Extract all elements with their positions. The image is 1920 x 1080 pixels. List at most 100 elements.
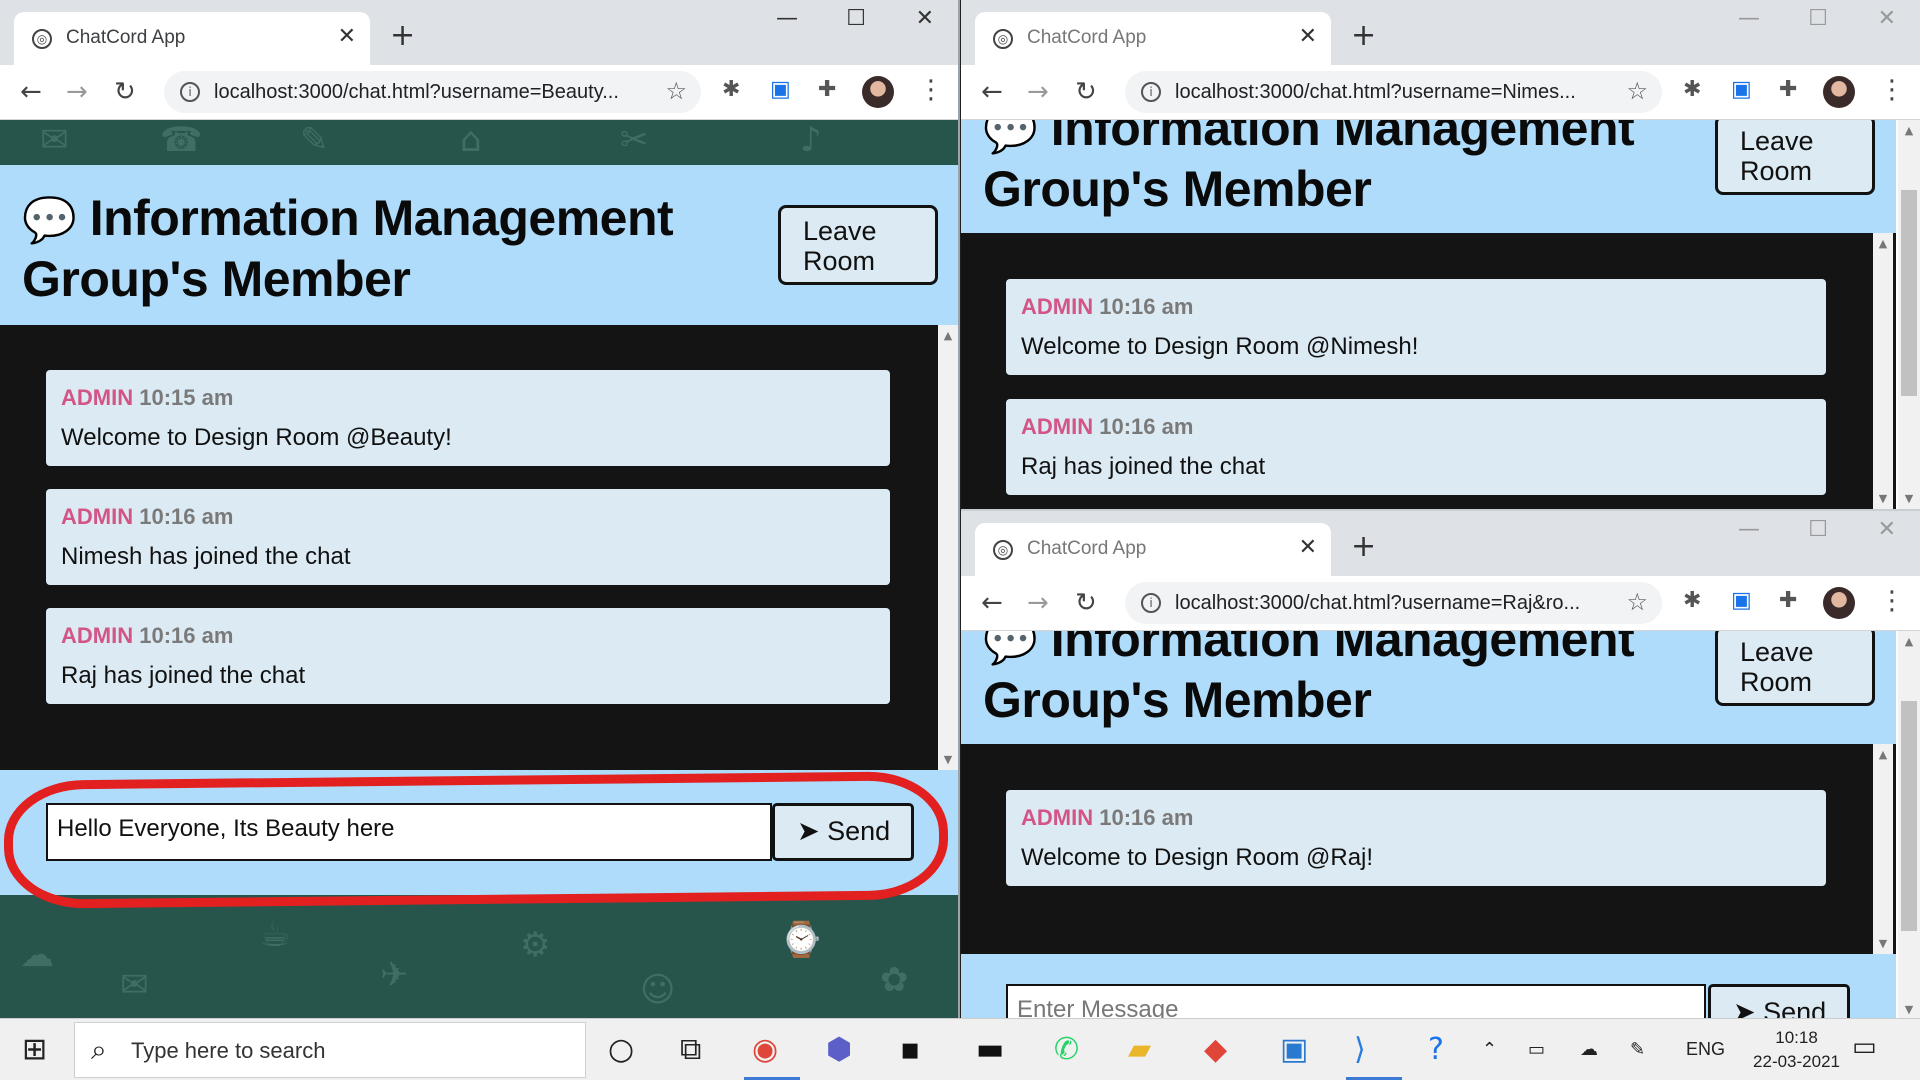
- scroll-thumb[interactable]: [1901, 701, 1917, 931]
- send-button[interactable]: ➤ Send: [1708, 984, 1850, 1018]
- message-meta: ADMIN 10:16 am: [61, 504, 234, 529]
- extensions-puzzle-icon[interactable]: ✚: [1779, 588, 1797, 613]
- pen-icon[interactable]: ✎: [1630, 1039, 1645, 1060]
- terminal-icon[interactable]: ▪: [900, 1032, 920, 1067]
- info-icon[interactable]: i: [1141, 82, 1161, 102]
- onedrive-icon[interactable]: ☁: [1580, 1039, 1598, 1060]
- message: ADMIN 10:16 am Raj has joined the chat: [46, 608, 890, 704]
- vscode-icon[interactable]: ⟩: [1354, 1032, 1366, 1067]
- chrome-icon[interactable]: ◉: [752, 1032, 778, 1067]
- address-bar[interactable]: i localhost:3000/chat.html?username=Raj&…: [1125, 582, 1662, 624]
- back-button[interactable]: ←: [981, 588, 1003, 618]
- leave-room-button[interactable]: Leave Room: [1715, 120, 1875, 195]
- minimize-button[interactable]: —: [1738, 6, 1760, 31]
- minimize-button[interactable]: —: [1738, 517, 1760, 542]
- new-tab-button[interactable]: +: [390, 18, 415, 53]
- menu-kebab-icon[interactable]: ⋮: [1879, 586, 1905, 616]
- file-explorer-icon[interactable]: ▰: [1128, 1032, 1151, 1067]
- scroll-down-arrow[interactable]: ▼: [1873, 937, 1893, 950]
- profile-avatar[interactable]: [862, 76, 894, 108]
- leave-room-button[interactable]: Leave Room: [778, 205, 938, 285]
- chat-scrollbar[interactable]: ▲ ▼: [938, 325, 958, 770]
- cortana-icon[interactable]: ○: [608, 1032, 634, 1067]
- menu-kebab-icon[interactable]: ⋮: [1879, 75, 1905, 105]
- forward-button[interactable]: →: [66, 77, 88, 107]
- page-scrollbar[interactable]: ▲ ▼: [1898, 120, 1920, 509]
- reload-button[interactable]: ↻: [1075, 77, 1097, 107]
- close-window-button[interactable]: ✕: [916, 6, 934, 31]
- scroll-up-arrow[interactable]: ▲: [1873, 237, 1893, 250]
- scroll-thumb[interactable]: [1901, 190, 1917, 396]
- chat-scrollbar[interactable]: ▲ ▼: [1873, 744, 1893, 954]
- teams-icon[interactable]: ⬢: [826, 1032, 852, 1067]
- tab-chatcord[interactable]: ◎ ChatCord App ✕: [975, 12, 1331, 65]
- scroll-up-arrow[interactable]: ▲: [1898, 635, 1920, 648]
- reload-button[interactable]: ↻: [1075, 588, 1097, 618]
- screen-extension-icon[interactable]: ▣: [1731, 77, 1752, 102]
- forward-button[interactable]: →: [1027, 588, 1049, 618]
- scroll-down-arrow[interactable]: ▼: [938, 753, 958, 766]
- bookmark-star-icon[interactable]: ☆: [1626, 77, 1648, 105]
- forward-button[interactable]: →: [1027, 77, 1049, 107]
- scroll-up-arrow[interactable]: ▲: [1898, 124, 1920, 137]
- info-icon[interactable]: i: [180, 82, 200, 102]
- taskbar-search-box[interactable]: ⌕ Type here to search: [74, 1022, 586, 1078]
- reload-button[interactable]: ↻: [114, 77, 136, 107]
- background-pattern: ☁ ✉ ☕ ✈ ⚙ ☺ ⌚ ✿: [0, 895, 958, 1018]
- notifications-icon[interactable]: ▭: [1852, 1032, 1877, 1062]
- screen-extension-icon[interactable]: ▣: [1731, 588, 1752, 613]
- language-indicator[interactable]: ENG: [1686, 1039, 1725, 1060]
- battery-icon[interactable]: ▭: [1528, 1039, 1545, 1060]
- extensions-puzzle-icon[interactable]: ✚: [818, 77, 836, 102]
- back-button[interactable]: ←: [981, 77, 1003, 107]
- git-icon[interactable]: ◆: [1204, 1032, 1227, 1067]
- back-button[interactable]: ←: [20, 77, 42, 107]
- photos-icon[interactable]: ▣: [1280, 1032, 1308, 1067]
- clock[interactable]: 10:18 22-03-2021: [1753, 1026, 1840, 1074]
- screen-extension-icon[interactable]: ▣: [770, 77, 791, 102]
- close-window-button[interactable]: ✕: [1878, 517, 1896, 542]
- cmd-icon[interactable]: ▬: [976, 1032, 1004, 1067]
- chat-messages: ADMIN 10:15 am Welcome to Design Room @B…: [0, 325, 958, 770]
- address-bar[interactable]: i localhost:3000/chat.html?username=Beau…: [164, 71, 701, 113]
- close-window-button[interactable]: ✕: [1878, 6, 1896, 31]
- maximize-button[interactable]: ☐: [846, 6, 866, 31]
- close-tab-icon[interactable]: ✕: [1299, 24, 1317, 49]
- address-bar[interactable]: i localhost:3000/chat.html?username=Nime…: [1125, 71, 1662, 113]
- maximize-button[interactable]: ☐: [1808, 6, 1828, 31]
- chat-scrollbar[interactable]: ▲ ▼: [1873, 233, 1893, 509]
- minimize-button[interactable]: —: [776, 6, 798, 31]
- tray-chevron-icon[interactable]: ⌃: [1482, 1039, 1497, 1060]
- message-input[interactable]: Enter Message: [1006, 984, 1706, 1018]
- bookmark-star-icon[interactable]: ☆: [665, 77, 687, 105]
- scroll-up-arrow[interactable]: ▲: [938, 329, 958, 342]
- page-scrollbar[interactable]: ▲ ▼: [1898, 631, 1920, 1018]
- scroll-up-arrow[interactable]: ▲: [1873, 748, 1893, 761]
- page-viewport: 💬 Information Management Group's Member …: [961, 120, 1920, 509]
- profile-avatar[interactable]: [1823, 76, 1855, 108]
- whatsapp-icon[interactable]: ✆: [1054, 1032, 1079, 1067]
- close-tab-icon[interactable]: ✕: [1299, 535, 1317, 560]
- new-tab-button[interactable]: +: [1351, 529, 1376, 564]
- profile-avatar[interactable]: [1823, 587, 1855, 619]
- close-tab-icon[interactable]: ✕: [338, 24, 356, 49]
- title-line-1: Information Management: [1050, 631, 1635, 667]
- new-tab-button[interactable]: +: [1351, 18, 1376, 53]
- leave-room-button[interactable]: Leave Room: [1715, 631, 1875, 706]
- scroll-down-arrow[interactable]: ▼: [1898, 1003, 1920, 1016]
- help-icon[interactable]: ?: [1428, 1032, 1444, 1067]
- scroll-down-arrow[interactable]: ▼: [1898, 492, 1920, 505]
- task-view-icon[interactable]: ⧉: [680, 1032, 701, 1067]
- bug-extension-icon[interactable]: ✱: [1683, 588, 1701, 613]
- tab-chatcord[interactable]: ◎ ChatCord App ✕: [14, 12, 370, 65]
- bookmark-star-icon[interactable]: ☆: [1626, 588, 1648, 616]
- maximize-button[interactable]: ☐: [1808, 517, 1828, 542]
- windows-start-icon[interactable]: ⊞: [22, 1032, 47, 1067]
- menu-kebab-icon[interactable]: ⋮: [918, 75, 944, 105]
- bug-extension-icon[interactable]: ✱: [722, 77, 740, 102]
- info-icon[interactable]: i: [1141, 593, 1161, 613]
- extensions-puzzle-icon[interactable]: ✚: [1779, 77, 1797, 102]
- tab-chatcord[interactable]: ◎ ChatCord App ✕: [975, 523, 1331, 576]
- scroll-down-arrow[interactable]: ▼: [1873, 492, 1893, 505]
- bug-extension-icon[interactable]: ✱: [1683, 77, 1701, 102]
